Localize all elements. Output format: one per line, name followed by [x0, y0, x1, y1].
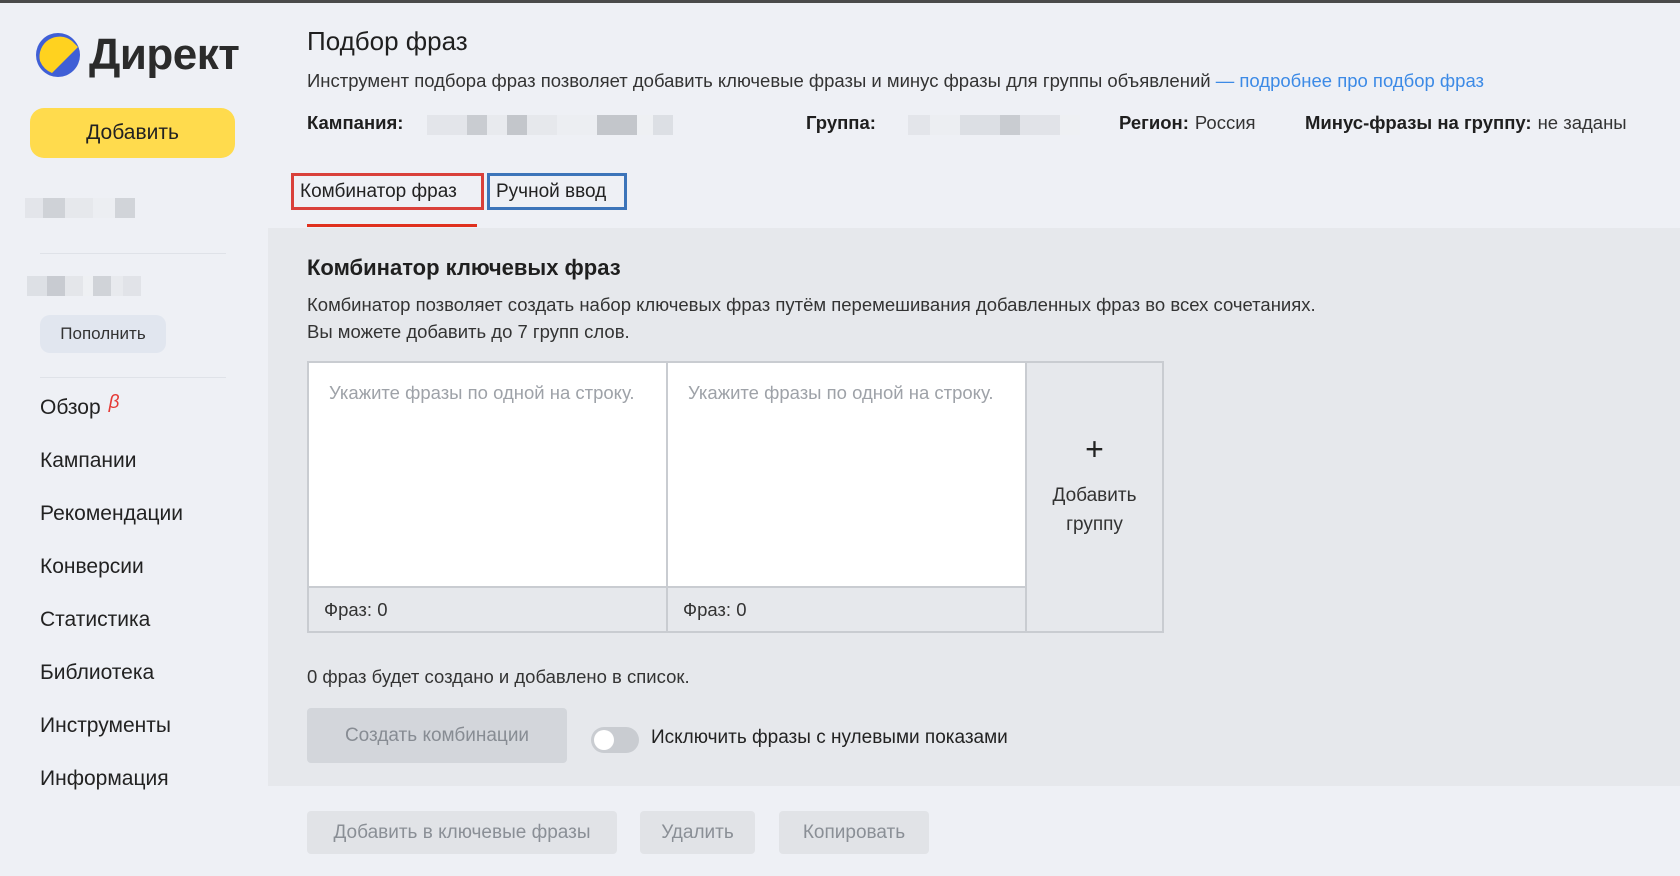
- balance-redacted: [27, 276, 141, 296]
- phrase-count: Фраз: 0: [668, 586, 1025, 631]
- sidebar-item-statistics[interactable]: Статистика: [40, 608, 183, 661]
- phrase-groups: Фраз: 0 Фраз: 0 + Добавить группу: [307, 361, 1164, 633]
- create-combinations-button[interactable]: Создать комбинации: [307, 708, 567, 763]
- campaign-value-redacted: [427, 115, 673, 135]
- logo-text: Директ: [89, 30, 240, 79]
- sidebar-item-label: Статистика: [40, 608, 151, 631]
- topup-button[interactable]: Пополнить: [40, 315, 166, 353]
- sidebar-item-label: Конверсии: [40, 555, 144, 578]
- region-value: Россия: [1194, 112, 1256, 133]
- yandex-direct-logo-icon: [34, 31, 82, 79]
- logo[interactable]: Директ: [34, 29, 240, 81]
- combinator-description-line: Вы можете добавить до 7 групп слов.: [307, 321, 630, 342]
- sidebar-divider: [40, 253, 226, 254]
- sidebar-item-info[interactable]: Информация: [40, 767, 183, 820]
- phrase-group: Фраз: 0: [307, 361, 668, 633]
- add-group-label: Добавить группу: [1052, 485, 1137, 535]
- toggle-knob: [594, 730, 614, 750]
- sidebar-item-label: Информация: [40, 767, 169, 790]
- delete-button[interactable]: Удалить: [640, 811, 755, 854]
- phrase-group: Фраз: 0: [666, 361, 1027, 633]
- sidebar: Директ Добавить Пополнить Обзор β Кампан…: [0, 3, 266, 876]
- plus-icon: +: [1085, 431, 1104, 467]
- minus-phrases-value: не заданы: [1537, 112, 1627, 133]
- add-button[interactable]: Добавить: [30, 108, 235, 158]
- combinations-summary: 0 фраз будет создано и добавлено в списо…: [307, 666, 690, 687]
- phrase-count: Фраз: 0: [309, 586, 666, 631]
- exclude-zero-impressions-label: Исключить фразы с нулевыми показами: [651, 727, 1008, 748]
- sidebar-item-tools[interactable]: Инструменты: [40, 714, 183, 767]
- tabs: Комбинатор фраз Ручной ввод: [291, 173, 627, 213]
- page-description: Инструмент подбора фраз позволяет добави…: [307, 70, 1484, 92]
- sidebar-item-campaigns[interactable]: Кампании: [40, 449, 183, 502]
- sidebar-item-library[interactable]: Библиотека: [40, 661, 183, 714]
- tab-phrase-combinator[interactable]: Комбинатор фраз: [291, 173, 484, 210]
- sidebar-item-recommendations[interactable]: Рекомендации: [40, 502, 183, 555]
- combinator-description: Комбинатор позволяет создать набор ключе…: [307, 291, 1316, 345]
- tab-manual-input[interactable]: Ручной ввод: [487, 173, 627, 210]
- region-meta: Регион: Россия: [1119, 112, 1256, 134]
- more-info-link[interactable]: — подробнее про подбор фраз: [1216, 70, 1484, 91]
- sidebar-item-label: Библиотека: [40, 661, 155, 684]
- minus-phrases-meta: Минус-фразы на группу: не заданы: [1305, 112, 1627, 134]
- group-value-redacted: [908, 115, 1080, 135]
- page-title: Подбор фраз: [307, 26, 468, 56]
- exclude-zero-impressions-toggle[interactable]: [591, 727, 639, 753]
- sidebar-item-label: Кампании: [40, 449, 137, 472]
- campaign-meta: Кампания:: [307, 112, 403, 134]
- beta-badge: β: [108, 392, 120, 413]
- page-description-text: Инструмент подбора фраз позволяет добави…: [307, 70, 1211, 91]
- copy-button[interactable]: Копировать: [779, 811, 929, 854]
- sidebar-item-overview[interactable]: Обзор β: [40, 392, 183, 449]
- combinator-description-line: Комбинатор позволяет создать набор ключе…: [307, 294, 1316, 315]
- add-group-button[interactable]: + Добавить группу: [1025, 361, 1164, 633]
- region-label: Регион:: [1119, 112, 1189, 133]
- sidebar-item-label: Обзор: [40, 396, 101, 419]
- combinator-title: Комбинатор ключевых фраз: [307, 255, 621, 280]
- sidebar-item-label: Рекомендации: [40, 502, 184, 525]
- sidebar-nav: Обзор β Кампании Рекомендации Конверсии …: [40, 392, 183, 820]
- phrase-group-input[interactable]: [309, 363, 666, 588]
- phrase-group-input[interactable]: [668, 363, 1025, 588]
- campaign-label: Кампания:: [307, 112, 404, 133]
- sidebar-item-label: Инструменты: [40, 714, 171, 737]
- active-tab-indicator: [307, 224, 477, 227]
- add-to-keywords-button[interactable]: Добавить в ключевые фразы: [307, 811, 617, 854]
- account-name-redacted: [25, 198, 135, 218]
- group-meta: Группа:: [806, 112, 876, 134]
- minus-phrases-label: Минус-фразы на группу:: [1305, 112, 1532, 133]
- group-label: Группа:: [806, 112, 876, 133]
- sidebar-divider: [40, 377, 226, 378]
- sidebar-item-conversions[interactable]: Конверсии: [40, 555, 183, 608]
